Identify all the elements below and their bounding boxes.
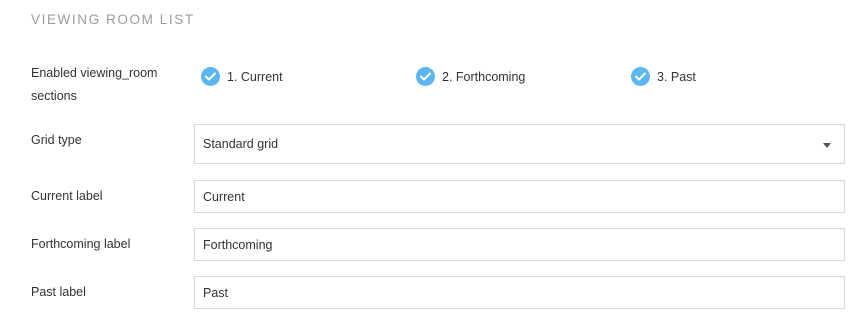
section-checkbox-current[interactable]: 1. Current: [201, 67, 283, 86]
grid-type-label: Grid type: [31, 133, 82, 147]
forthcoming-label-input[interactable]: [194, 228, 845, 261]
checkmark-icon: [631, 67, 650, 86]
section-checkbox-label: 1. Current: [227, 69, 283, 84]
past-label-input[interactable]: [194, 276, 845, 309]
checkmark-icon: [416, 67, 435, 86]
section-checkbox-label: 2. Forthcoming: [442, 69, 526, 84]
enabled-sections-label-line2: sections: [31, 89, 77, 103]
past-label-label: Past label: [31, 285, 86, 299]
enabled-sections-label-line1: Enabled viewing_room: [31, 66, 158, 80]
section-checkbox-forthcoming[interactable]: 2. Forthcoming: [416, 67, 525, 86]
grid-type-selected-value: Standard grid: [203, 137, 279, 151]
chevron-down-icon: [823, 142, 831, 148]
viewing-room-list-settings: VIEWING ROOM LIST Enabled viewing_room s…: [0, 0, 866, 333]
forthcoming-label-label: Forthcoming label: [31, 237, 131, 251]
checkmark-icon: [201, 67, 220, 86]
section-title: VIEWING ROOM LIST: [31, 12, 195, 27]
current-label-label: Current label: [31, 189, 103, 203]
section-checkbox-past[interactable]: 3. Past: [631, 67, 696, 86]
grid-type-select[interactable]: Standard grid: [194, 124, 845, 164]
current-label-input[interactable]: [194, 180, 845, 213]
enabled-sections-label: Enabled viewing_room sections: [31, 62, 157, 108]
section-checkbox-label: 3. Past: [657, 69, 696, 84]
